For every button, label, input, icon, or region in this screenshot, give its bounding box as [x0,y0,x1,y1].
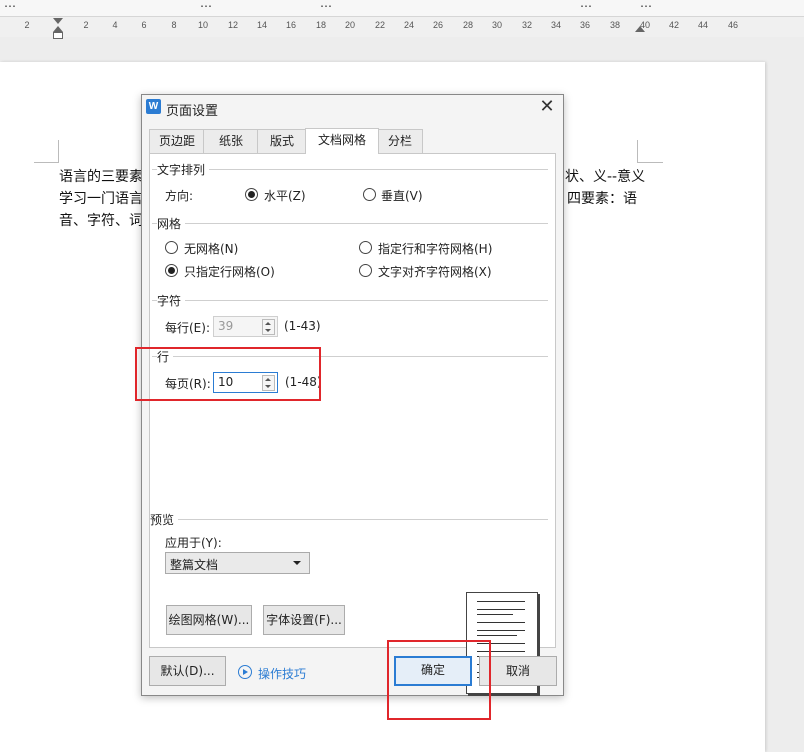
chars-per-line-label: 每行(E): [165,321,210,335]
wps-writer-icon: W [146,99,161,114]
document-text-line[interactable]: 状、义--意义 [565,166,645,186]
tab-paper[interactable]: 纸张 [203,129,259,153]
toolbar-fragment: … [200,0,212,10]
preview-group-label: 预览 [150,511,179,528]
horizontal-radio[interactable] [245,188,258,201]
font-settings-button[interactable]: 字体设置(F)... [263,605,345,635]
apply-to-value: 整篇文档 [170,558,219,572]
group-divider [152,519,548,520]
ruler-tick: 46 [727,20,739,30]
toolbar-fragment: … [640,0,652,10]
ruler-tick: 32 [521,20,533,30]
first-line-indent-marker[interactable] [53,18,63,24]
ruler-tick: 12 [227,20,239,30]
document-text-line[interactable]: 音、字符、词 [59,210,143,230]
ruler-tick: 2 [24,20,30,30]
draw-grid-button[interactable]: 绘图网格(W)... [166,605,252,635]
tab-margins[interactable]: 页边距 [149,129,205,153]
snap-to-char-grid-radio[interactable] [359,264,372,277]
ruler-tick: 18 [315,20,327,30]
stepper-arrows-icon [262,319,275,335]
default-button[interactable]: 默认(D)... [149,656,226,686]
no-grid-radio[interactable] [165,241,178,254]
toolbar-strip: … … … … … [0,0,804,17]
ruler-tick: 2 [83,20,89,30]
no-grid-label[interactable]: 无网格(N) [184,240,238,257]
ruler-tick: 34 [550,20,562,30]
ruler-tick: 36 [579,20,591,30]
tab-document-grid[interactable]: 文档网格 [305,128,379,154]
dialog-titlebar[interactable]: W 页面设置 ✕ [142,95,563,121]
line-grid-only-radio[interactable] [165,264,178,277]
dialog-title: 页面设置 [166,104,219,119]
group-divider [152,300,548,301]
line-and-char-grid-radio[interactable] [359,241,372,254]
ruler-tick: 24 [403,20,415,30]
chevron-down-icon [293,561,301,565]
ruler-tick: 28 [462,20,474,30]
crop-mark [34,162,59,163]
play-circle-icon[interactable] [238,665,252,679]
line-and-char-grid-label[interactable]: 指定行和字符网格(H) [378,240,492,257]
crop-mark [637,140,638,162]
apply-to-label: 应用于(Y): [165,536,222,550]
ruler-tick: 8 [171,20,177,30]
chars-per-line-value: 39 [218,319,234,333]
document-text-line[interactable]: 语言的三要素 [59,166,143,186]
ruler-tick: 44 [697,20,709,30]
chars-per-line-stepper: 39 [213,316,278,337]
direction-label: 方向: [165,189,194,203]
tab-layout[interactable]: 版式 [257,129,307,153]
ruler-tick: 14 [256,20,268,30]
ruler-tick: 10 [197,20,209,30]
ruler-tick: 30 [491,20,503,30]
horizontal-radio-label[interactable]: 水平(Z) [264,187,306,204]
crop-mark [58,140,59,162]
ruler-tick: 6 [141,20,147,30]
ruler-tick: 16 [285,20,297,30]
snap-to-char-grid-label[interactable]: 文字对齐字符网格(X) [378,263,492,280]
horizontal-ruler[interactable]: 2 2 4 6 8 10 12 14 16 18 20 22 24 26 28 … [0,17,804,39]
crop-mark [637,162,663,163]
ruler-tick: 26 [432,20,444,30]
grid-group-label: 网格 [157,215,186,232]
chars-group-label: 字符 [157,292,186,309]
close-icon[interactable]: ✕ [537,97,557,117]
text-direction-group-label: 文字排列 [157,161,210,178]
right-indent-marker[interactable] [635,26,645,32]
apply-to-select[interactable]: 整篇文档 [165,552,310,574]
highlight-box-lines [135,347,321,401]
document-text-line[interactable]: 四要素：语 [567,188,637,208]
vertical-radio[interactable] [363,188,376,201]
toolbar-fragment: … [4,0,16,10]
vertical-radio-label[interactable]: 垂直(V) [381,187,423,204]
highlight-box-ok [387,640,491,720]
group-divider [152,169,548,170]
line-grid-only-label[interactable]: 只指定行网格(O) [184,263,275,280]
ruler-tick: 42 [668,20,680,30]
left-indent-marker[interactable] [53,32,63,39]
group-divider [152,223,548,224]
tips-link[interactable]: 操作技巧 [258,665,306,682]
toolbar-fragment: … [320,0,332,10]
toolbar-fragment: … [580,0,592,10]
ruler-tick: 20 [344,20,356,30]
ruler-tick: 4 [112,20,118,30]
document-text-line[interactable]: 学习一门语言 [59,188,143,208]
chars-range: (1-43) [284,319,321,333]
ruler-tick: 22 [374,20,386,30]
tab-columns[interactable]: 分栏 [377,129,423,153]
ruler-tick: 38 [609,20,621,30]
